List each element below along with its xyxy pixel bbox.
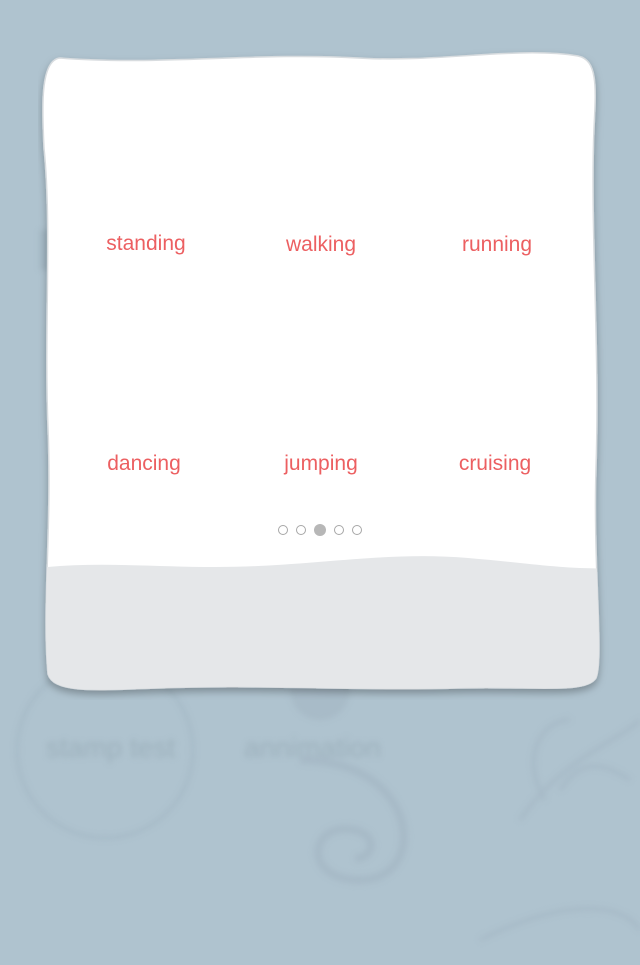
page-indicator-dot[interactable] — [334, 525, 344, 535]
background-label-annimation: annimation — [244, 732, 381, 763]
option-standing[interactable]: standing — [58, 224, 234, 264]
page-indicator-dot[interactable] — [296, 525, 306, 535]
option-dancing[interactable]: dancing — [56, 444, 232, 484]
card-footer-area — [42, 556, 599, 690]
option-running[interactable]: running — [409, 225, 585, 265]
animation-options-grid: standing walking running dancing jumping… — [52, 130, 580, 530]
option-jumping[interactable]: jumping — [233, 444, 409, 484]
page-indicator — [0, 522, 640, 538]
page-indicator-dot[interactable] — [352, 525, 362, 535]
background-label-stamp-test: stamp test — [46, 732, 176, 763]
page-indicator-dot-active[interactable] — [314, 524, 326, 536]
option-cruising[interactable]: cruising — [407, 444, 583, 484]
option-walking[interactable]: walking — [233, 225, 409, 265]
page-indicator-dot[interactable] — [278, 525, 288, 535]
